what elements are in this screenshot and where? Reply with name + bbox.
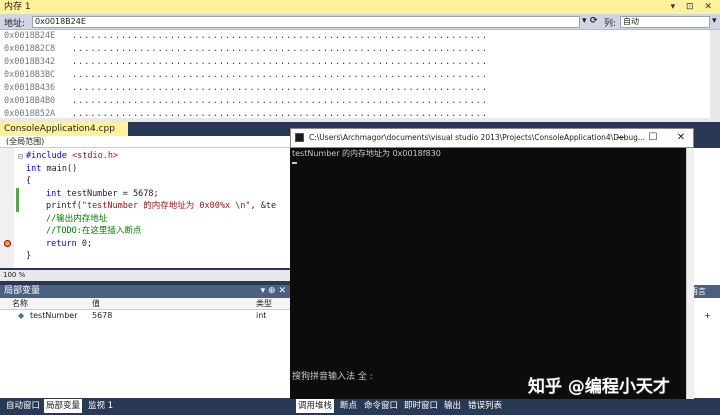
- memory-row: 0x0018B2C8..............................…: [4, 43, 487, 56]
- right-panel-title: 语言: [690, 285, 720, 298]
- variable-name: testNumber: [30, 311, 78, 320]
- locals-window-buttons[interactable]: ▾ ⊕ ✕: [261, 285, 286, 298]
- memory-address: 0x0018B4B0: [4, 96, 56, 106]
- tab-output[interactable]: 输出: [442, 399, 463, 413]
- change-indicator: [16, 188, 19, 212]
- column-name-header[interactable]: 名称: [12, 298, 28, 310]
- code-token: int: [26, 163, 42, 174]
- console-output-line: testNumber 的内存地址为 0x0018f830: [292, 149, 441, 158]
- tab-label: ConsoleApplication4.cpp: [4, 124, 115, 134]
- code-token: , &te: [250, 201, 277, 211]
- memory-toolbar: 地址: 0x0018B24E ▾ ⟳ 列: 自动 ▾: [0, 14, 720, 30]
- tab-immediate-window[interactable]: 即时窗口: [402, 399, 440, 413]
- address-input[interactable]: 0x0018B24E: [32, 16, 580, 28]
- code-token: <stdio.h>: [72, 151, 119, 161]
- code-line: return 0;: [46, 238, 92, 251]
- locals-title-label: 局部变量: [4, 286, 41, 296]
- console-output-area[interactable]: [290, 148, 686, 399]
- locals-window-title: 局部变量 ▾ ⊕ ✕: [0, 285, 290, 298]
- console-cursor: [292, 162, 297, 164]
- memory-row: 0x0018B3BC..............................…: [4, 69, 487, 82]
- tab-watch-1[interactable]: 监视 1: [86, 399, 115, 413]
- console-title-text: C:\Users\Archmagor\documents\visual stud…: [309, 133, 646, 142]
- memory-address: 0x0018B342: [4, 57, 56, 67]
- locals-header: 名称 值 类型: [0, 298, 290, 310]
- memory-address: 0x0018B2C8: [4, 44, 56, 54]
- code-line: {: [26, 176, 32, 186]
- tab-consoleapplication4-cpp[interactable]: ConsoleApplication4.cpp ⊕ ✕: [0, 122, 128, 148]
- code-token: int: [46, 188, 62, 199]
- tab-autos[interactable]: 自动窗口: [4, 399, 42, 413]
- memory-data: ........................................…: [72, 44, 488, 54]
- memory-address: 0x0018B3BC: [4, 70, 56, 80]
- maximize-button[interactable]: ☐: [642, 128, 664, 148]
- ime-status: 搜狗拼音输入法 全 :: [292, 372, 373, 382]
- code-token: testNumber = 5678;: [61, 188, 159, 199]
- editor-margin[interactable]: [0, 148, 14, 268]
- variable-icon: ◆: [18, 311, 25, 320]
- memory-address: 0x0018B436: [4, 83, 56, 93]
- tab-call-stack[interactable]: 调用堆栈: [296, 399, 335, 413]
- collapse-icon[interactable]: ⊟: [18, 152, 23, 161]
- memory-scrollbar[interactable]: [710, 30, 720, 118]
- column-value-header[interactable]: 值: [92, 298, 100, 310]
- address-label: 地址:: [4, 19, 26, 29]
- code-line: //输出内存地址: [46, 213, 108, 224]
- code-line: int main(): [26, 163, 77, 176]
- scope-dropdown[interactable]: (全局范围): [0, 136, 290, 148]
- memory-row: 0x0018B24E..............................…: [4, 30, 487, 43]
- console-title-bar[interactable]: C:\Users\Archmagor\documents\visual stud…: [290, 128, 694, 148]
- memory-data: ........................................…: [72, 83, 488, 93]
- column-type-header[interactable]: 类型: [256, 298, 272, 310]
- zoom-level[interactable]: 100 %: [0, 270, 290, 281]
- close-button[interactable]: ✕: [670, 128, 692, 148]
- memory-data: ........................................…: [72, 96, 488, 106]
- console-app-icon: [295, 133, 304, 142]
- memory-row: 0x0018B436..............................…: [4, 82, 487, 95]
- memory-window-title: 内存 1 ▾ ⊡ ✕: [0, 0, 720, 14]
- code-token: "testNumber 的内存地址为 0x00%x \n": [81, 201, 251, 211]
- code-token: printf(: [46, 201, 82, 211]
- address-dropdown-icon[interactable]: ▾: [582, 16, 587, 26]
- memory-window-buttons[interactable]: ▾ ⊡ ✕: [671, 0, 716, 14]
- code-token: 0;: [76, 238, 93, 249]
- watermark: 知乎 @编程小天才: [528, 377, 670, 397]
- code-token: #include: [26, 151, 73, 161]
- columns-select[interactable]: 自动: [620, 16, 710, 28]
- memory-data: ........................................…: [72, 57, 488, 67]
- refresh-icon[interactable]: ⟳: [590, 16, 598, 26]
- code-line: }: [26, 251, 32, 261]
- code-token: return: [46, 238, 77, 249]
- memory-view[interactable]: 0x0018B24E..............................…: [0, 30, 710, 119]
- columns-label: 列:: [604, 19, 617, 29]
- columns-dropdown-icon[interactable]: ▾: [712, 16, 717, 26]
- memory-row: 0x0018B342..............................…: [4, 56, 487, 69]
- memory-data: ........................................…: [72, 70, 488, 80]
- code-line: #include <stdio.h>: [26, 150, 118, 163]
- code-line: //TODO:在这里插入断点: [46, 226, 142, 236]
- tab-breakpoints[interactable]: 断点: [338, 399, 359, 413]
- variable-value[interactable]: 5678: [92, 310, 112, 322]
- memory-title-label: 内存 1: [4, 2, 31, 12]
- tab-command-window[interactable]: 命令窗口: [362, 399, 400, 413]
- memory-data: ........................................…: [72, 31, 488, 41]
- locals-table: ◆ testNumber 5678 int: [0, 310, 290, 398]
- console-scrollbar[interactable]: [686, 148, 694, 399]
- breakpoint-icon[interactable]: [4, 240, 11, 247]
- tab-locals[interactable]: 局部变量: [44, 399, 83, 413]
- minimize-button[interactable]: —: [610, 128, 632, 148]
- code-token: main(): [41, 163, 78, 174]
- table-row[interactable]: ◆ testNumber 5678 int: [0, 310, 290, 322]
- memory-row: 0x0018B4B0..............................…: [4, 95, 487, 108]
- code-line: printf("testNumber 的内存地址为 0x00%x \n", &t…: [46, 200, 276, 213]
- right-panel: [690, 148, 720, 398]
- code-editor[interactable]: #include <stdio.h> int main() { int test…: [0, 148, 290, 268]
- tab-error-list[interactable]: 错误列表: [466, 399, 504, 413]
- memory-address: 0x0018B24E: [4, 31, 56, 41]
- code-line: int testNumber = 5678;: [46, 188, 159, 201]
- variable-type: int: [256, 311, 267, 320]
- right-panel-item: +: [704, 311, 711, 320]
